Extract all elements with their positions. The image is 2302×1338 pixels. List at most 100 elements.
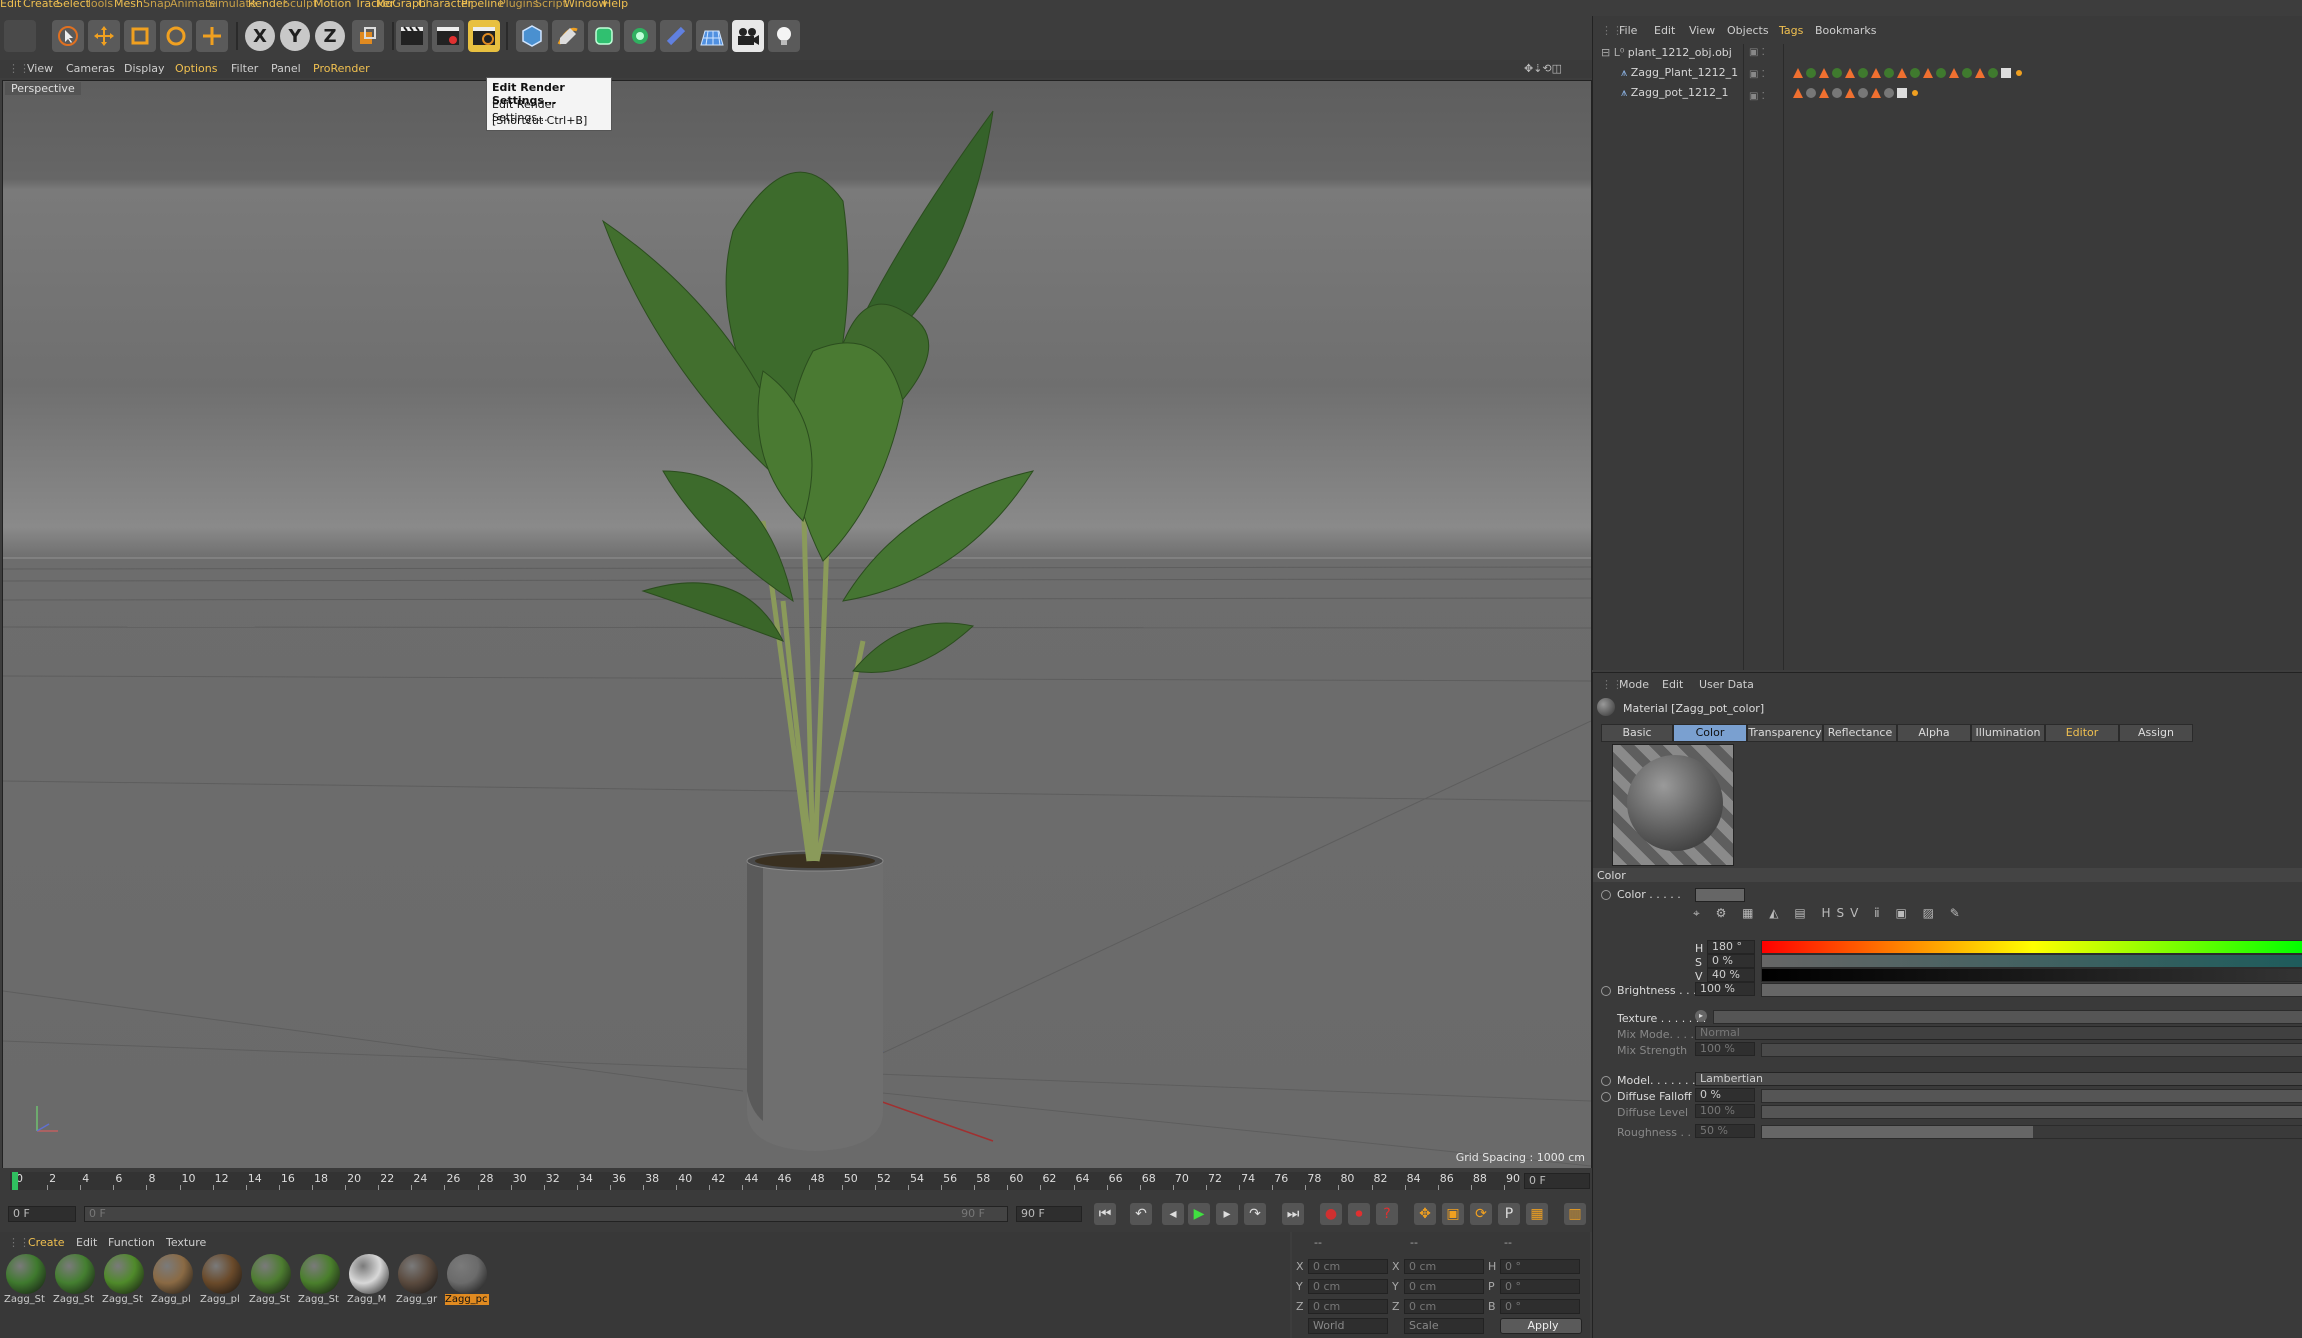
pen-spline-icon[interactable] (552, 20, 584, 52)
brightness-field[interactable]: 100 % (1695, 982, 1755, 996)
vp-menu-display[interactable]: Display (124, 62, 165, 75)
material-tag-icon[interactable] (1806, 88, 1816, 98)
menu-edit[interactable]: Edit (0, 0, 21, 10)
material-item[interactable]: Zagg_St (298, 1254, 342, 1314)
render-picture-viewer-icon[interactable] (432, 20, 464, 52)
previous-frame-icon[interactable]: ◂ (1162, 1203, 1184, 1225)
undo-icon[interactable] (4, 20, 36, 52)
end-frame-field[interactable]: 90 F (1016, 1206, 1082, 1222)
mat-menu-function[interactable]: Function (108, 1236, 155, 1249)
material-tag-icon[interactable] (1806, 68, 1816, 78)
material-tag-icon[interactable] (1819, 88, 1829, 98)
move-icon[interactable] (88, 20, 120, 52)
diffuse-falloff-animate-radio[interactable] (1601, 1092, 1611, 1102)
material-tag-icon[interactable] (1871, 88, 1881, 98)
tab-assign[interactable]: Assign (2119, 724, 2193, 742)
mix-mode-select[interactable]: Normal (1695, 1026, 2302, 1040)
diffuse-level-slider[interactable] (1761, 1105, 2302, 1119)
coord-value-field[interactable]: 0 ° (1500, 1299, 1580, 1314)
key-pla-icon[interactable]: ▦ (1526, 1203, 1548, 1225)
tab-transparency[interactable]: Transparency (1747, 724, 1823, 742)
diffuse-falloff-field[interactable]: 0 % (1695, 1088, 1755, 1102)
visibility-dots[interactable]: ▣ ⁚ ▣ ⁚ ▣ ⁚ (1749, 47, 1765, 102)
diffuse-falloff-slider[interactable] (1761, 1089, 2302, 1103)
menu-window[interactable]: Window (564, 0, 607, 10)
coord-value-field[interactable]: 0 ° (1500, 1259, 1580, 1274)
viewport-nav-icons[interactable]: ✥⇣⟲◫ (1524, 62, 1562, 75)
key-scale-icon[interactable]: ▣ (1442, 1203, 1464, 1225)
menu-pipeline[interactable]: Pipeline (461, 0, 504, 10)
brightness-animate-radio[interactable] (1601, 986, 1611, 996)
menu-snap[interactable]: Snap (143, 0, 171, 10)
model-select[interactable]: Lambertian (1695, 1072, 2302, 1086)
material-preview[interactable] (1612, 744, 1734, 866)
material-tag-icon[interactable] (1936, 68, 1946, 78)
attr-menu-user-data[interactable]: User Data (1699, 678, 1754, 691)
timeline-layout-icon[interactable]: ▥ (1564, 1203, 1586, 1225)
material-item[interactable]: Zagg_St (53, 1254, 97, 1314)
object-row-root[interactable]: ⊟ L⁰ plant_1212_obj.obj (1601, 46, 1732, 59)
mat-menu-texture[interactable]: Texture (166, 1236, 206, 1249)
attr-menu-edit[interactable]: Edit (1662, 678, 1683, 691)
material-tag-icon[interactable] (1819, 68, 1829, 78)
value-slider[interactable] (1761, 968, 2302, 982)
tab-color[interactable]: Color (1673, 724, 1747, 742)
tab-editor[interactable]: Editor (2045, 724, 2119, 742)
key-param-icon[interactable]: P (1498, 1203, 1520, 1225)
material-item[interactable]: Zagg_pl (200, 1254, 244, 1314)
obj-menu-file[interactable]: File (1619, 24, 1637, 37)
render-settings-icon[interactable] (468, 20, 500, 52)
object-row-plant[interactable]: ⩚ Zagg_Plant_1212_1 (1621, 66, 1738, 80)
tab-alpha[interactable]: Alpha (1897, 724, 1971, 742)
material-tag-icon[interactable] (1858, 88, 1868, 98)
cube-icon[interactable] (516, 20, 548, 52)
vp-menu-panel[interactable]: Panel (271, 62, 301, 75)
key-rotation-icon[interactable]: ⟳ (1470, 1203, 1492, 1225)
material-item[interactable]: Zagg_St (102, 1254, 146, 1314)
coordinate-system-icon[interactable] (352, 20, 384, 52)
material-tag-icon[interactable] (1962, 68, 1972, 78)
playhead[interactable] (12, 1172, 18, 1190)
tab-basic[interactable]: Basic (1601, 724, 1673, 742)
material-item[interactable]: Zagg_pl (151, 1254, 195, 1314)
next-frame-icon[interactable]: ▸ (1216, 1203, 1238, 1225)
go-to-end-icon[interactable]: ⏭ (1282, 1203, 1304, 1225)
material-tag-icon[interactable] (1832, 88, 1842, 98)
camera-icon[interactable] (732, 20, 764, 52)
menu-script[interactable]: Script (535, 0, 567, 10)
coord-mode-select[interactable]: Scale (1404, 1318, 1484, 1334)
texture-slot[interactable] (1713, 1010, 2302, 1024)
coord-space-select[interactable]: World (1308, 1318, 1388, 1334)
vp-menu-options[interactable]: Options (175, 62, 217, 75)
next-key-icon[interactable]: ↷ (1244, 1203, 1266, 1225)
add-transform-icon[interactable] (196, 20, 228, 52)
color-swatch[interactable] (1695, 888, 1745, 902)
obj-menu-edit[interactable]: Edit (1654, 24, 1675, 37)
coord-value-field[interactable]: 0 cm (1308, 1259, 1388, 1274)
subdivision-surface-icon[interactable] (588, 20, 620, 52)
material-tag-icon[interactable] (1988, 68, 1998, 78)
deformer-icon[interactable] (660, 20, 692, 52)
cloner-icon[interactable] (624, 20, 656, 52)
coord-value-field[interactable]: 0 cm (1308, 1279, 1388, 1294)
color-picker-modes[interactable]: ⌖ ⚙ ▦ ◭ ▤ HSV ⅱ ▣ ▨ ✎ (1693, 906, 2113, 926)
start-frame-field[interactable]: 0 F (8, 1206, 76, 1222)
material-tag-icon[interactable] (1845, 88, 1855, 98)
obj-menu-bookmarks[interactable]: Bookmarks (1815, 24, 1876, 37)
obj-menu-objects[interactable]: Objects (1727, 24, 1769, 37)
hue-slider[interactable] (1761, 940, 2302, 954)
coord-value-field[interactable]: 0 cm (1404, 1299, 1484, 1314)
render-view-icon[interactable] (396, 20, 428, 52)
menu-tools[interactable]: Tools (86, 0, 113, 10)
timeline-ruler[interactable]: 0 2 4 6 8 10 12 14 16 18 20 22 24 26 28 30 32 34 36 38 40 42 4… (10, 1172, 1520, 1190)
x-axis-lock-button[interactable]: X (245, 21, 275, 51)
menu-create[interactable]: Create (23, 0, 60, 10)
material-tag-icon[interactable] (2001, 68, 2011, 78)
material-tag-icon[interactable] (1793, 88, 1803, 98)
apply-button[interactable]: Apply (1500, 1318, 1582, 1334)
diffuse-level-field[interactable]: 100 % (1695, 1104, 1755, 1118)
obj-menu-view[interactable]: View (1689, 24, 1715, 37)
material-tag-icon[interactable] (1897, 68, 1907, 78)
texture-arrow-icon[interactable]: ▸ (1695, 1010, 1707, 1022)
material-tag-icon[interactable] (1949, 68, 1959, 78)
